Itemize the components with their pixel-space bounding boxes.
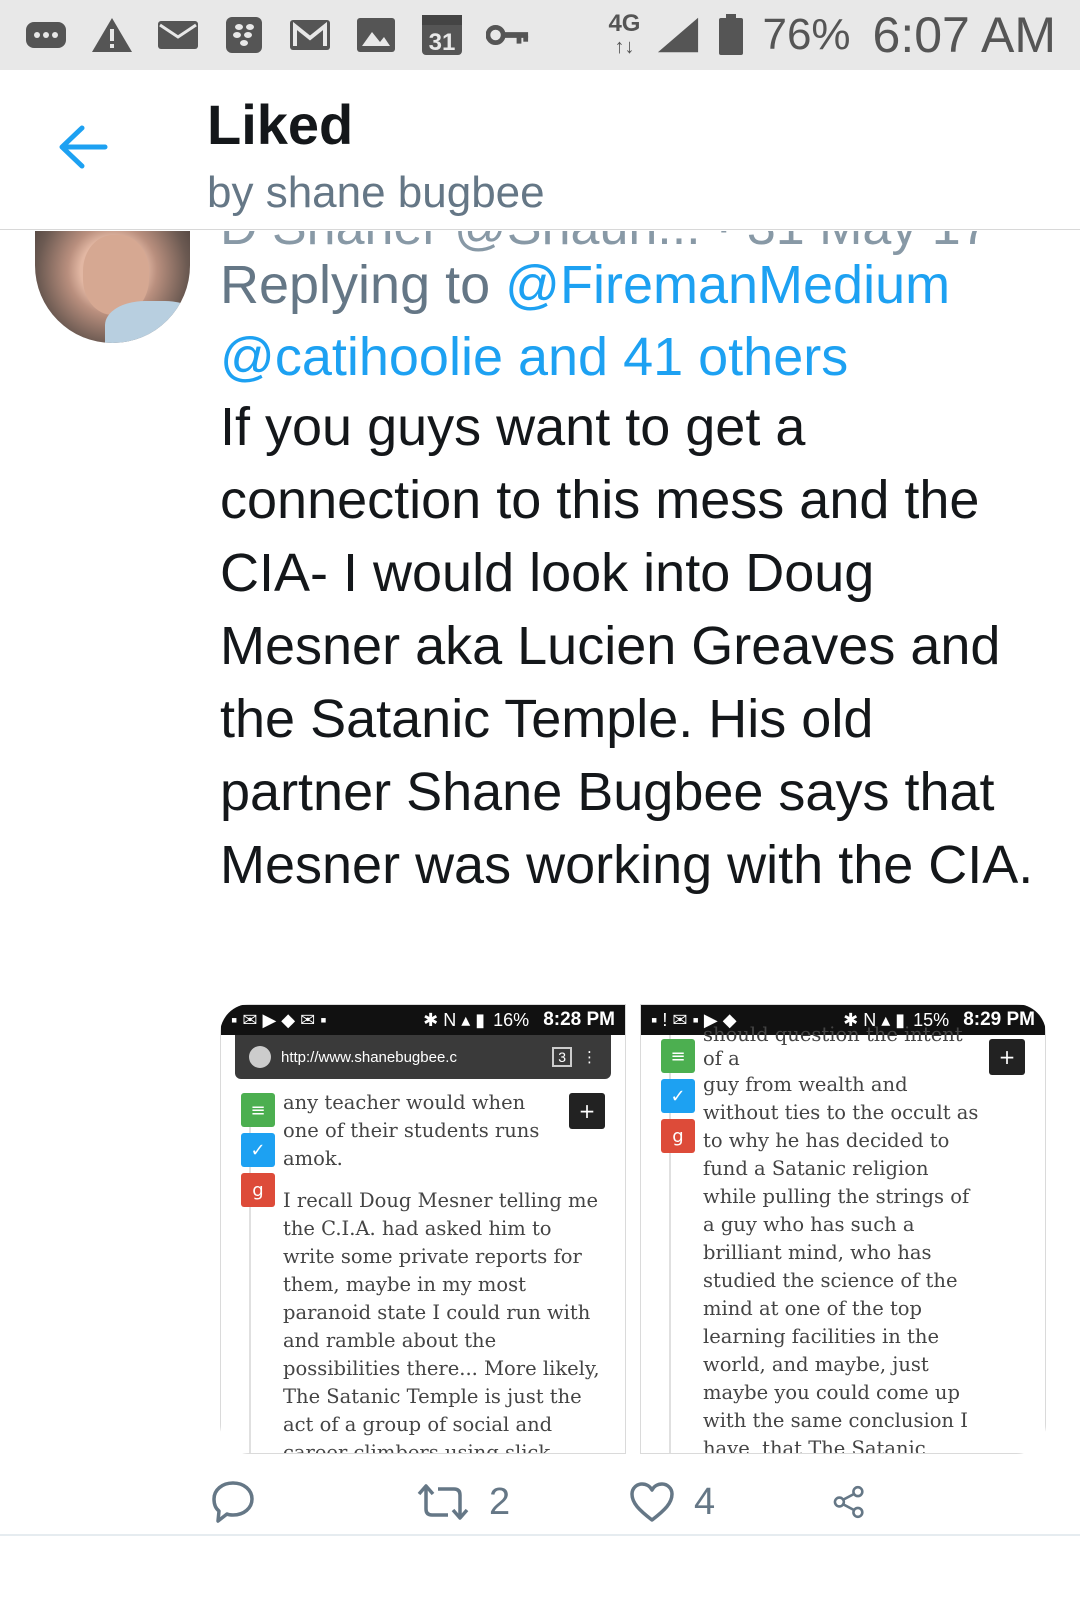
reply-bubble-icon [212, 1481, 254, 1523]
avatar[interactable] [35, 231, 190, 343]
screenshot-cut-line: should question the intent of a [703, 1023, 963, 1070]
tweet-text: If you guys want to get a connection to … [220, 397, 1034, 895]
screenshot-battery: 16% [493, 1009, 530, 1030]
page-subtitle: by shane bugbee [207, 168, 545, 217]
screenshot-tab-count: 3 [552, 1047, 572, 1067]
reply-handle-link[interactable]: @FiremanMedium [505, 255, 950, 315]
mail-icon [156, 16, 200, 54]
like-count: 4 [694, 1480, 716, 1523]
share-icon [833, 1485, 864, 1519]
status-bar: 31 4G ↑↓ 76% 6:07 AM [0, 0, 1080, 70]
screenshot-status-bar: ▪ ✉ ▶ ◆ ✉ ▪ ✱ N ▴ ▮ 16% 8:28 PM [221, 1005, 625, 1035]
back-button[interactable] [48, 112, 118, 182]
key-icon [486, 16, 530, 54]
replying-to: Replying to @FiremanMedium @catihoolie a… [220, 249, 1050, 393]
svg-text:31: 31 [429, 29, 456, 56]
battery-percent: 76% [762, 10, 851, 59]
blackberry-icon [222, 16, 266, 54]
screenshot-url: http://www.shanebugbee.c [281, 1048, 457, 1066]
screenshot-article-text: any teacher would when one of their stud… [221, 1079, 625, 1454]
replying-to-prefix: Replying to [220, 255, 506, 315]
reply-button[interactable] [210, 1479, 256, 1525]
screenshot-time: 8:28 PM [543, 1009, 615, 1030]
screenshot-paragraph: guy from wealth and without ties to the … [703, 1073, 979, 1454]
signal-icon [656, 16, 700, 54]
page-title: Liked [207, 93, 354, 156]
battery-icon [716, 14, 746, 55]
tweet-divider [0, 1534, 1080, 1536]
share-button[interactable] [832, 1485, 866, 1519]
retweet-button[interactable]: 2 [415, 1480, 510, 1524]
app-header: Liked by shane bugbee [0, 70, 1080, 230]
network-type-label: 4G ↑↓ [608, 9, 641, 58]
retweet-count: 2 [489, 1480, 511, 1523]
gmail-icon [288, 16, 332, 54]
reply-others-link[interactable]: @catihoolie and 41 others [220, 327, 848, 387]
more-notifications-icon [24, 16, 68, 54]
clock: 6:07 AM [872, 7, 1056, 63]
screenshot-article-text: should question the intent of a guy from… [641, 1023, 1045, 1454]
tweet-media: ▪ ✉ ▶ ◆ ✉ ▪ ✱ N ▴ ▮ 16% 8:28 PM http://w… [220, 1004, 1046, 1454]
warning-icon [90, 16, 134, 54]
media-image-left[interactable]: ▪ ✉ ▶ ◆ ✉ ▪ ✱ N ▴ ▮ 16% 8:28 PM http://w… [220, 1004, 626, 1454]
calendar-icon: 31 [420, 15, 464, 56]
retweet-icon [417, 1484, 469, 1520]
like-button[interactable]: 4 [628, 1480, 715, 1524]
heart-icon [630, 1482, 674, 1522]
tweet[interactable]: D Shaner @Shaun... · 31 May 17 Replying … [0, 231, 1080, 1580]
image-icon [354, 16, 398, 54]
media-image-right[interactable]: ▪ ! ✉ ▪ ▶ ◆ ✱ N ▴ ▮ 15% 8:29 PM ≡ ✓ g + … [640, 1004, 1046, 1454]
screenshot-paragraph: any teacher would when one of their stud… [283, 1091, 540, 1170]
back-arrow-icon [59, 125, 108, 169]
screenshot-paragraph: I recall Doug Mesner telling me the C.I.… [283, 1189, 600, 1454]
screenshot-url-bar: http://www.shanebugbee.c 3 ⋮ [235, 1035, 611, 1079]
